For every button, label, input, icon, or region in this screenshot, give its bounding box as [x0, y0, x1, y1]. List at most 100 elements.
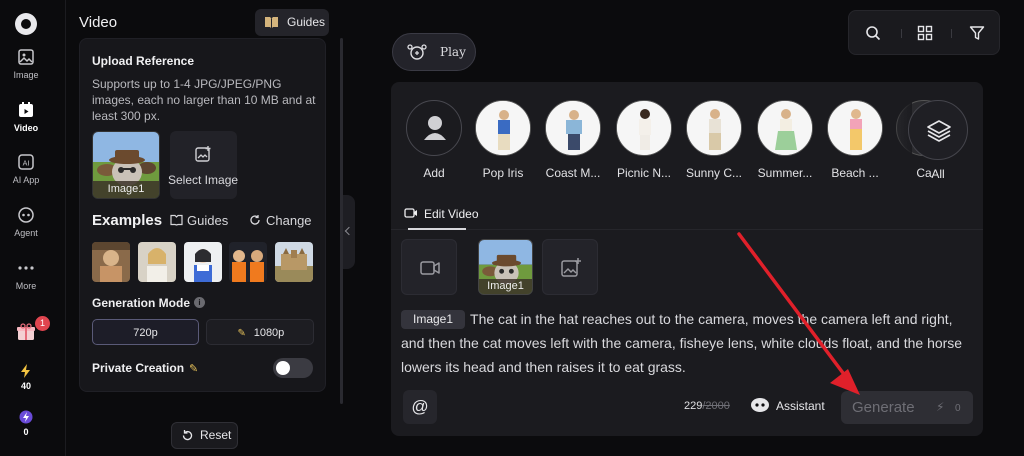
template-pop-iris[interactable]: Pop Iris [470, 100, 536, 180]
rail-label-video: Video [13, 123, 39, 133]
purple-lightning-icon [19, 410, 33, 424]
left-rail: Image Video AI AI App Agent More 1 40 0 [0, 0, 66, 456]
template-sunny[interactable]: Sunny C... [681, 100, 747, 180]
credit-purple[interactable]: 0 [0, 410, 52, 437]
active-tab-underline [408, 228, 466, 230]
guides-label: Guides [287, 15, 326, 29]
resolution-720p-option[interactable]: 720p [92, 319, 199, 345]
template-thumb [757, 100, 813, 156]
rail-label-image: Image [13, 70, 39, 80]
template-label: Sunny C... [685, 166, 743, 180]
grid-view-icon[interactable] [917, 25, 933, 41]
template-beach[interactable]: Beach ... [822, 100, 888, 180]
video-slot[interactable] [401, 239, 457, 295]
template-thumb [475, 100, 531, 156]
image-tag: Image1 [93, 181, 159, 198]
joystick-icon [407, 44, 427, 60]
image-tag: Image1 [479, 279, 532, 294]
character-max: /2000 [702, 400, 730, 412]
play-it-button[interactable]: Play It [392, 33, 476, 95]
template-add[interactable]: Add [401, 100, 467, 180]
template-label: Add [423, 166, 445, 180]
generation-mode-title: Generation Mode [92, 296, 191, 310]
template-add-circle [406, 100, 462, 156]
example-thumb-3[interactable] [184, 242, 222, 282]
private-creation-toggle[interactable] [273, 358, 313, 378]
mention-button[interactable]: @ [403, 390, 437, 424]
add-image-icon [195, 146, 211, 162]
book-icon [265, 17, 278, 29]
resolution-1080p-option[interactable]: ✎ 1080p [206, 319, 314, 345]
character-counter: 229/2000 [684, 400, 730, 412]
example-image-5 [275, 242, 313, 282]
example-thumb-1[interactable] [92, 242, 130, 282]
guides-button[interactable]: Guides [255, 9, 329, 36]
video-slot-icon [420, 261, 440, 275]
template-thumb [545, 100, 601, 156]
template-label: Coast M... [545, 166, 601, 180]
reset-button[interactable]: Reset [171, 422, 238, 449]
example-thumb-2[interactable] [138, 242, 176, 282]
prompt-text: The cat in the hat reaches out to the ca… [401, 311, 963, 375]
info-icon[interactable]: i [194, 297, 205, 308]
rail-label-ai-app: AI App [12, 175, 40, 185]
example-thumb-4[interactable] [229, 242, 267, 282]
collapse-panel-handle[interactable] [343, 195, 355, 269]
select-image-button[interactable]: Select Image [168, 131, 238, 199]
vip-crown-icon: ✎ [237, 328, 246, 339]
rail-label-agent: Agent [14, 228, 38, 238]
reset-icon [182, 430, 193, 441]
add-image-slot[interactable] [542, 239, 598, 295]
template-summer[interactable]: Summer... [752, 100, 818, 180]
rail-item-video[interactable]: Video [0, 101, 52, 133]
app-logo-icon[interactable] [15, 13, 37, 35]
template-picnic[interactable]: Picnic N... [611, 100, 677, 180]
reference-image-slot[interactable]: Image1 [478, 239, 533, 295]
agent-icon [18, 207, 34, 223]
assistant-button[interactable]: Assistant [750, 398, 825, 413]
template-coast[interactable]: Coast M... [540, 100, 606, 180]
template-thumb [686, 100, 742, 156]
examples-change-button[interactable]: Change [249, 213, 312, 228]
rail-item-ai-app[interactable]: AI AI App [0, 153, 52, 185]
search-icon[interactable] [865, 25, 881, 41]
prompt-textarea[interactable]: Image1 The cat in the hat reaches out to … [401, 307, 973, 379]
image-icon [18, 49, 34, 65]
character-count: 229 [684, 400, 703, 412]
private-creation-label: Private Creation [92, 361, 185, 375]
edit-video-label: Edit Video [424, 207, 479, 221]
video-camera-icon [404, 208, 417, 218]
select-image-label: Select Image [168, 173, 239, 187]
upload-description: Supports up to 1-4 JPG/JPEG/PNG images, … [92, 77, 316, 123]
tab-edit-video[interactable]: Edit Video [404, 207, 479, 221]
rail-item-agent[interactable]: Agent [0, 206, 52, 238]
gift-icon[interactable] [16, 322, 36, 342]
all-templates-button[interactable] [908, 100, 968, 160]
prompt-image-chip[interactable]: Image1 [401, 310, 466, 329]
reset-label: Reset [200, 428, 232, 442]
filter-icon[interactable] [969, 25, 985, 41]
example-thumb-5[interactable] [275, 242, 313, 282]
examples-guides-link[interactable]: Guides [170, 213, 228, 228]
template-label: Picnic N... [616, 166, 671, 180]
top-toolbar [848, 10, 1000, 55]
tab-divider [391, 229, 983, 230]
more-dots-icon [18, 266, 34, 270]
person-icon [424, 116, 446, 140]
generate-cost: 0 [955, 403, 961, 414]
uploaded-image-thumbnail[interactable]: Image1 [92, 131, 160, 199]
generate-button[interactable]: Generate ⚡ 0 [841, 391, 973, 424]
rail-item-more[interactable]: More [0, 259, 52, 291]
credit-lightning[interactable]: 40 [0, 364, 52, 391]
ai-app-icon: AI [18, 154, 34, 170]
rail-item-image[interactable]: Image [0, 48, 52, 80]
example-image-2 [138, 242, 176, 282]
assistant-icon [751, 398, 769, 412]
gift-badge: 1 [35, 316, 50, 331]
panel-title: Video [79, 14, 118, 31]
resolution-1080p-label: 1080p [253, 327, 285, 339]
all-templates-label: All [931, 167, 945, 181]
svg-text:AI: AI [23, 160, 30, 168]
examples-title: Examples [92, 212, 163, 229]
template-label: Summer... [757, 166, 813, 180]
